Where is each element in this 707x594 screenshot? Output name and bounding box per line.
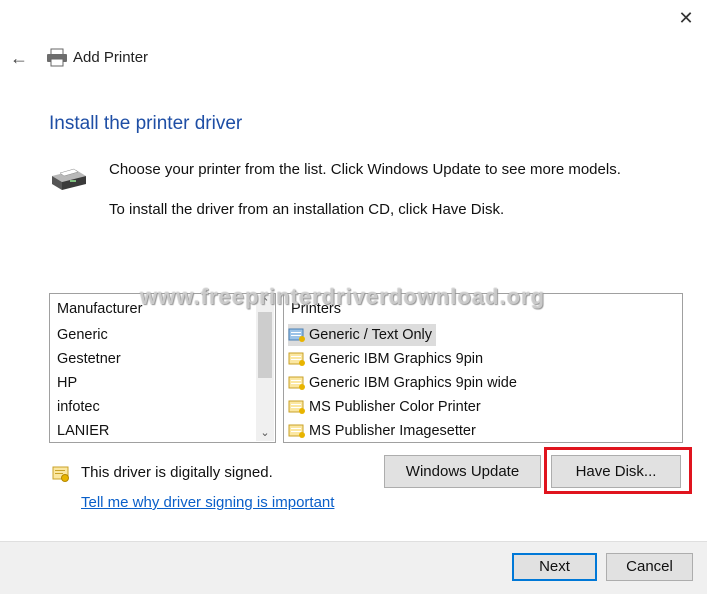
instruction-text: Choose your printer from the list. Click… [109, 161, 621, 178]
back-arrow-icon[interactable]: ← [8, 47, 30, 69]
install-cd-text: To install the driver from an installati… [109, 201, 505, 218]
page-title: Install the printer driver [49, 113, 243, 134]
list-item[interactable]: MS Publisher Color Printer [288, 396, 481, 418]
driver-signing-link[interactable]: Tell me why driver signing is important [81, 494, 334, 511]
certificate-icon [52, 465, 70, 483]
signed-status: This driver is digitally signed. [81, 464, 273, 481]
have-disk-button[interactable]: Have Disk... [551, 455, 681, 488]
printer-large-icon [48, 164, 88, 192]
list-item[interactable]: MS Publisher Imagesetter [288, 420, 476, 442]
list-item[interactable]: Gestetner [57, 348, 121, 370]
manufacturer-list[interactable]: Manufacturer Generic Gestetner HP infote… [49, 293, 276, 443]
list-item[interactable]: Generic IBM Graphics 9pin wide [288, 372, 517, 394]
windows-update-button[interactable]: Windows Update [384, 455, 541, 488]
list-item[interactable]: Generic [57, 324, 108, 346]
list-item-label: Generic IBM Graphics 9pin wide [309, 375, 517, 391]
window-title: Add Printer [73, 49, 149, 66]
scroll-down-icon[interactable]: ⌄ [256, 425, 274, 441]
next-button[interactable]: Next [512, 553, 597, 581]
driver-icon [288, 375, 306, 391]
list-item-label: MS Publisher Color Printer [309, 399, 481, 415]
manufacturer-header: Manufacturer [57, 301, 143, 317]
footer-bar [0, 541, 707, 594]
list-item[interactable]: LANIER [57, 420, 109, 442]
driver-icon [288, 423, 306, 439]
list-item-label: Generic IBM Graphics 9pin [309, 351, 484, 367]
driver-icon [288, 351, 306, 367]
driver-icon [288, 327, 306, 343]
printer-icon [46, 48, 68, 68]
scrollbar-thumb[interactable] [258, 312, 272, 378]
driver-icon [288, 399, 306, 415]
manufacturer-scrollbar[interactable]: ⌃ ⌄ [256, 295, 274, 441]
close-icon[interactable]: ✕ [676, 8, 696, 28]
list-item-label: MS Publisher Imagesetter [309, 423, 476, 439]
printer-list[interactable]: Printers Generic / Text Only Generic IBM… [283, 293, 683, 443]
list-item[interactable]: infotec [57, 396, 100, 418]
watermark-text: www.freeprinterdriverdownload.org [140, 284, 546, 309]
cancel-button[interactable]: Cancel [606, 553, 693, 581]
list-item[interactable]: HP [57, 372, 77, 394]
list-item[interactable]: Generic IBM Graphics 9pin [288, 348, 483, 370]
list-item-selected[interactable]: Generic / Text Only [288, 324, 437, 346]
list-item-label: Generic / Text Only [309, 327, 433, 343]
